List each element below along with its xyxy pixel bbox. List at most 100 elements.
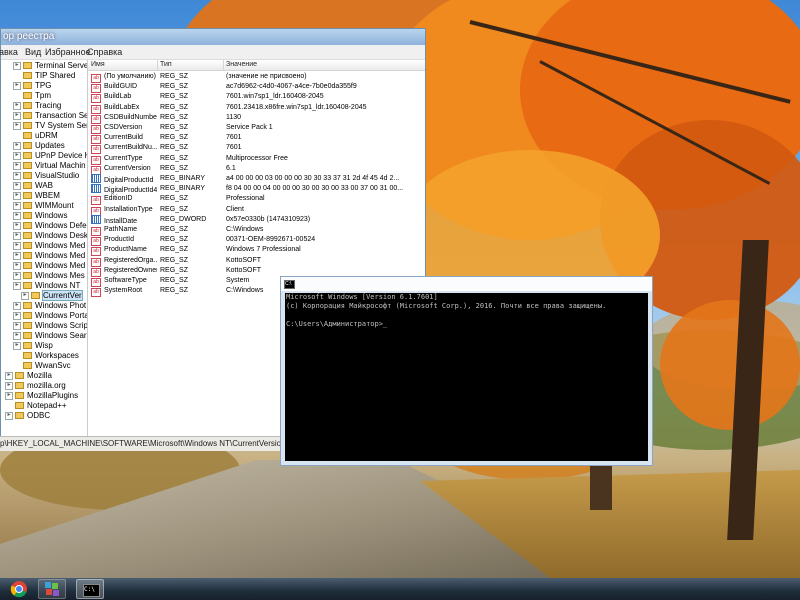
tree-item[interactable]: ▸ VisualStudio [13,171,79,181]
expand-toggle-icon[interactable]: ▸ [5,392,13,400]
tree-item[interactable]: ▸ Mozilla [5,371,52,381]
tree-item[interactable]: ▸ Transaction Se [13,111,87,121]
expand-toggle-icon[interactable]: ▸ [13,282,21,290]
tree-item[interactable]: ▸ Updates [13,141,65,151]
taskbar-regedit-button[interactable] [38,579,66,599]
tree-item[interactable]: ▸ CurrentVer [21,290,83,301]
expand-toggle-icon[interactable]: ▸ [13,212,21,220]
value-row[interactable]: ab CurrentType REG_SZ Multiprocessor Free [88,154,425,165]
value-row[interactable]: ab CurrentBuildNu... REG_SZ 7601 [88,143,425,155]
value-row[interactable]: ab RegisteredOwner REG_SZ KottoSOFT [88,266,425,277]
expand-toggle-icon[interactable]: ▸ [13,192,21,200]
expand-toggle-icon[interactable]: ▸ [13,172,21,180]
tree-item[interactable]: ▸ WBEM [13,191,60,201]
expand-toggle-icon[interactable]: ▸ [13,182,21,190]
value-row[interactable]: ab CurrentBuild REG_SZ 7601 [88,133,425,145]
tree-item[interactable]: uDRM [23,131,58,141]
expand-toggle-icon[interactable]: ▸ [13,152,21,160]
column-data-header[interactable]: Значение [226,61,257,68]
tree-item[interactable]: Notepad++ [15,401,67,411]
value-row[interactable]: ab BuildGUID REG_SZ ac7d6962-c4d0-4067-a4ce… [88,82,425,94]
tree-item[interactable]: ▸ mozilla.org [5,381,66,391]
expand-toggle-icon[interactable]: ▸ [21,292,29,300]
tree-item[interactable]: ▸ Windows Porta [13,311,87,321]
tree-item[interactable]: ▸ Windows Searc [13,331,87,341]
menu-view[interactable]: Вид [25,47,41,57]
value-row[interactable]: ab RegisteredOrga... REG_SZ KottoSOFT [88,256,425,267]
taskbar-chrome-button[interactable] [5,579,33,599]
expand-toggle-icon[interactable]: ▸ [13,262,21,270]
column-name-header[interactable]: Имя [91,61,105,68]
expand-toggle-icon[interactable]: ▸ [13,142,21,150]
value-row[interactable]: DigitalProductId4 REG_BINARY f8 04 00 00 0… [88,184,425,194]
menu-edit-cutoff[interactable]: авка [0,47,18,57]
column-type-header[interactable]: Тип [160,61,172,68]
tree-item[interactable]: ▸ Windows Defe [13,221,87,231]
tree-item[interactable]: ▸ Windows NT [13,281,80,291]
tree-item[interactable]: ▸ Tracing [13,101,61,111]
tree-item[interactable]: ▸ UPnP Device H [13,151,87,161]
expand-toggle-icon[interactable]: ▸ [13,222,21,230]
tree-item[interactable]: ▸ Virtual Machin [13,161,86,171]
tree-item[interactable]: ▸ Wisp [13,341,53,351]
registry-tree[interactable]: ▸ Terminal Serve TIP Shared ▸ TPG Tpm ▸ Tracing… [1,60,88,438]
expand-toggle-icon[interactable]: ▸ [13,342,21,350]
expand-toggle-icon[interactable]: ▸ [13,332,21,340]
tree-item[interactable]: ▸ ODBC [5,411,50,421]
expand-toggle-icon[interactable]: ▸ [13,272,21,280]
tree-item[interactable]: ▸ TPG [13,81,51,91]
command-prompt-window[interactable]: C:\ Microsoft Windows [Version 6.1.7601]… [280,276,653,466]
tree-item[interactable]: ▸ Windows Med [13,251,85,261]
tree-item[interactable]: WwanSvc [23,361,71,371]
value-row[interactable]: ab PathName REG_SZ C:\Windows [88,225,425,236]
tree-item[interactable]: ▸ Windows Med [13,261,85,271]
value-row[interactable]: ab ProductId REG_SZ 00371-OEM-8992671-00524 [88,235,425,247]
tree-item[interactable]: ▸ Windows Desk [13,231,87,241]
value-row[interactable]: InstallDate REG_DWORD 0x57e0330b (14743109… [88,214,425,225]
taskbar-cmd-button[interactable]: C:\ [76,579,104,599]
value-row[interactable]: ab CSDBuildNumber REG_SZ 1130 [88,113,425,124]
tree-item[interactable]: ▸ WAB [13,181,53,191]
expand-toggle-icon[interactable]: ▸ [13,232,21,240]
expand-toggle-icon[interactable]: ▸ [13,312,21,320]
tree-item[interactable]: TIP Shared [23,71,75,81]
tree-item[interactable]: ▸ TV System Ser [13,121,87,131]
expand-toggle-icon[interactable]: ▸ [5,412,13,420]
value-row[interactable]: ab BuildLab REG_SZ 7601.win7sp1_ldr.160408-… [88,92,425,104]
tree-item[interactable]: ▸ Windows Mes [13,271,85,281]
tree-item[interactable]: ▸ MozillaPlugins [5,391,78,401]
tree-item[interactable]: ▸ Windows [13,211,67,221]
tree-item[interactable]: ▸ Windows Med [13,241,85,251]
regedit-titlebar[interactable]: ор реестра [1,29,425,45]
value-row[interactable]: ab BuildLabEx REG_SZ 7601.23418.x86fre.win7… [88,103,425,114]
tree-item[interactable]: ▸ Windows Scrip [13,321,87,331]
expand-toggle-icon[interactable]: ▸ [13,252,21,260]
tree-item[interactable]: Tpm [23,91,51,101]
tree-item[interactable]: ▸ Windows Phot [13,301,86,311]
expand-toggle-icon[interactable]: ▸ [13,202,21,210]
expand-toggle-icon[interactable]: ▸ [5,372,13,380]
expand-toggle-icon[interactable]: ▸ [13,62,21,70]
console-titlebar[interactable]: C:\ [281,277,652,291]
expand-toggle-icon[interactable]: ▸ [13,302,21,310]
tree-item[interactable]: ▸ Terminal Serve [13,61,87,71]
value-row[interactable]: ab CurrentVersion REG_SZ 6.1 [88,164,425,175]
expand-toggle-icon[interactable]: ▸ [13,82,21,90]
menu-favorites[interactable]: Избранное [45,47,91,57]
tree-item[interactable]: ▸ WIMMount [13,201,74,211]
expand-toggle-icon[interactable]: ▸ [13,322,21,330]
value-row[interactable]: ab CSDVersion REG_SZ Service Pack 1 [88,123,425,134]
value-row[interactable]: DigitalProductId REG_BINARY a4 00 00 00 03… [88,174,425,184]
expand-toggle-icon[interactable]: ▸ [5,382,13,390]
value-row[interactable]: ab InstallationType REG_SZ Client [88,205,425,216]
expand-toggle-icon[interactable]: ▸ [13,102,21,110]
console-output[interactable]: Microsoft Windows [Version 6.1.7601] (c) … [285,293,648,461]
tree-item[interactable]: Workspaces [23,351,79,361]
expand-toggle-icon[interactable]: ▸ [13,112,21,120]
menu-help[interactable]: Справка [87,47,122,57]
value-row[interactable]: ab ProductName REG_SZ Windows 7 Professiona… [88,245,425,257]
expand-toggle-icon[interactable]: ▸ [13,162,21,170]
value-row[interactable]: ab (По умолчанию) REG_SZ (значение не присв… [88,72,425,83]
expand-toggle-icon[interactable]: ▸ [13,122,21,130]
value-row[interactable]: ab EditionID REG_SZ Professional [88,194,425,206]
